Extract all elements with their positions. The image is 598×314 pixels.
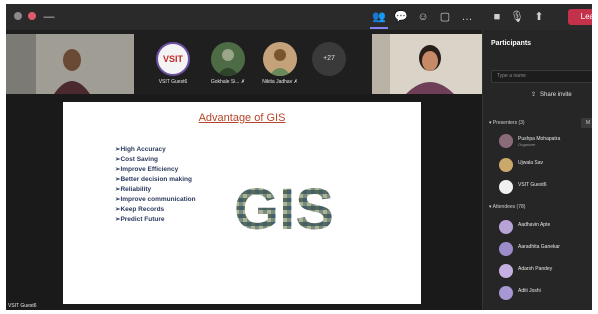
share-invite-button[interactable]: ⇪ Share invite bbox=[491, 88, 592, 102]
avatar bbox=[499, 286, 513, 300]
teams-meeting-window: — 👥 💬 ☺ ▢ … ■ 🎙 ⬆ Lea VSIT VSIT Guest6 G… bbox=[6, 4, 592, 310]
mic-off-icon: ✗ bbox=[293, 79, 298, 85]
presentation-slide: Advantage of GIS ➢High Accuracy ➢Cost Sa… bbox=[63, 102, 421, 304]
tile-vsit-guest[interactable]: VSIT VSIT Guest6 bbox=[154, 42, 192, 85]
bullet-item: ➢Improve communication bbox=[115, 196, 196, 203]
tile-overflow-count[interactable]: +27 bbox=[310, 42, 348, 76]
bullet-item: ➢Keep Records bbox=[115, 206, 165, 213]
chevron-down-icon: ▾ bbox=[489, 204, 492, 210]
bullet-item: ➢Cost Saving bbox=[115, 156, 159, 163]
presenter-video-tile[interactable] bbox=[372, 34, 482, 94]
participant-video bbox=[6, 34, 134, 94]
bullet-item: ➢Better decision making bbox=[115, 176, 192, 183]
reactions-icon[interactable]: ☺ bbox=[416, 10, 430, 24]
presenter-video bbox=[372, 34, 482, 94]
tile-label: Gokhale Si... ✗ bbox=[210, 79, 246, 85]
svg-text:GIS: GIS bbox=[234, 177, 334, 236]
presenter-name-label: VSIT Guest6 bbox=[8, 303, 37, 309]
avatar bbox=[499, 158, 513, 172]
mute-all-button[interactable]: M bbox=[581, 118, 592, 128]
bullet-item: ➢Reliability bbox=[115, 186, 152, 193]
tile-nikita[interactable]: Nikita Jadhav ✗ bbox=[256, 42, 304, 85]
chevron-down-icon: ▾ bbox=[489, 120, 492, 126]
overflow-count-badge: +27 bbox=[312, 42, 346, 76]
rooms-icon[interactable]: ▢ bbox=[438, 10, 452, 24]
attendees-header[interactable]: ▾ Attendees (78) bbox=[489, 204, 525, 210]
participant-video-tile[interactable] bbox=[6, 34, 134, 94]
participants-panel: Participants Type a name ⇪ Share invite ▾… bbox=[482, 30, 592, 310]
mic-icon[interactable]: 🎙 bbox=[510, 10, 524, 24]
more-options-icon[interactable]: … bbox=[460, 10, 474, 24]
avatar bbox=[499, 220, 513, 234]
active-tab-indicator bbox=[370, 27, 388, 29]
avatar bbox=[499, 242, 513, 256]
people-icon[interactable]: 👥 bbox=[372, 10, 386, 24]
share-icon: ⇪ bbox=[531, 92, 537, 98]
camera-icon[interactable]: ■ bbox=[490, 10, 504, 24]
leave-button[interactable]: Lea bbox=[568, 9, 592, 25]
tile-label: VSIT Guest6 bbox=[158, 79, 188, 85]
bullet-item: ➢High Accuracy bbox=[115, 146, 166, 153]
shared-content-stage: Advantage of GIS ➢High Accuracy ➢Cost Sa… bbox=[6, 94, 482, 310]
video-strip: VSIT VSIT Guest6 Gokhale Si... ✗ Nikita … bbox=[6, 34, 482, 94]
avatar bbox=[499, 180, 513, 194]
menu-dash-icon[interactable]: — bbox=[42, 10, 56, 24]
mic-off-icon: ✗ bbox=[240, 79, 246, 85]
tile-gokhale[interactable]: Gokhale Si... ✗ bbox=[204, 42, 252, 85]
participant-search-input[interactable]: Type a name bbox=[491, 70, 592, 83]
window-dot bbox=[14, 12, 22, 20]
slide-title: Advantage of GIS bbox=[198, 112, 286, 124]
vsit-logo-avatar: VSIT bbox=[156, 42, 190, 76]
chat-icon[interactable]: 💬 bbox=[394, 10, 408, 24]
panel-title: Participants bbox=[491, 40, 532, 47]
tile-label: Nikita Jadhav ✗ bbox=[262, 79, 298, 85]
gis-collage-image: GIS bbox=[234, 177, 334, 236]
presenters-header[interactable]: ▾ Presenters (3) bbox=[489, 120, 525, 126]
slide-bullet-list: ➢High Accuracy ➢Cost Saving ➢Improve Eff… bbox=[115, 146, 205, 226]
meeting-toolbar: — 👥 💬 ☺ ▢ … ■ 🎙 ⬆ Lea bbox=[6, 4, 592, 30]
bullet-item: ➢Improve Efficiency bbox=[115, 166, 179, 173]
share-screen-icon[interactable]: ⬆ bbox=[532, 10, 546, 24]
avatar bbox=[499, 134, 513, 148]
bullet-item: ➢Predict Future bbox=[115, 216, 165, 223]
avatar bbox=[211, 42, 245, 76]
avatar bbox=[263, 42, 297, 76]
recording-dot bbox=[28, 12, 36, 20]
avatar bbox=[499, 264, 513, 278]
